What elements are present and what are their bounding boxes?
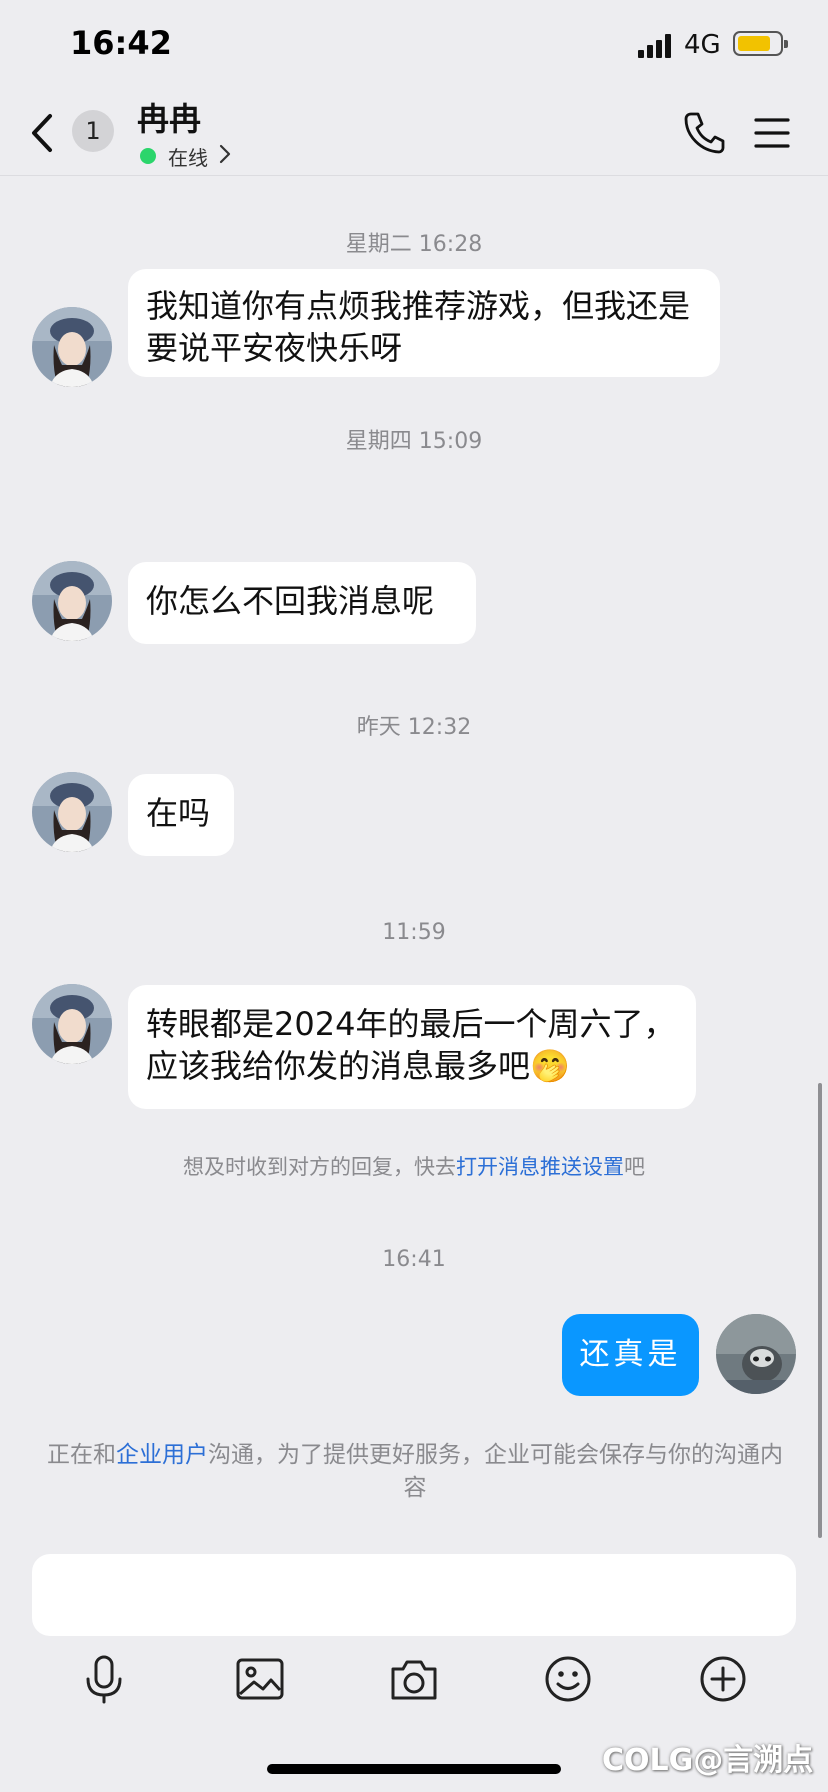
microphone-icon[interactable] [77,1652,131,1706]
incoming-message-bubble[interactable]: 你怎么不回我消息呢 [128,562,476,644]
contact-name[interactable]: 冉冉 [137,94,201,140]
chevron-right-icon[interactable] [218,142,232,166]
timestamp: 昨天 12:32 [356,715,472,740]
back-chevron-icon[interactable] [26,110,62,156]
timestamp: 星期二 16:28 [345,232,483,257]
network-type: 4G [684,30,721,60]
contact-avatar[interactable] [32,307,112,387]
online-status-text[interactable]: 在线 [168,142,208,171]
image-icon[interactable] [233,1652,287,1706]
emoji-icon[interactable] [541,1652,595,1706]
emoji-icon: 🤭 [530,1047,570,1085]
menu-icon[interactable] [754,116,790,150]
avatar-image [32,772,112,852]
timestamp: 星期四 15:09 [345,429,483,454]
avatar-image [32,984,112,1064]
message-input[interactable] [32,1554,796,1636]
message-text: 转眼都是2024年的最后一个周六了，应该我给你发的消息最多吧 [146,1005,676,1085]
battery-icon [733,31,788,56]
incoming-message-bubble[interactable]: 在吗 [128,774,234,856]
home-indicator[interactable] [267,1764,561,1774]
notice-text: 想及时收到对方的回复，快去 [183,1155,456,1179]
enterprise-notice-text-end: 沟通，为了提供更好服务，企业可能会保存与你的沟通内容 [208,1442,783,1501]
phone-call-icon[interactable] [683,110,725,154]
input-area: COLG@言溯点 [0,1538,828,1792]
enterprise-notice-text: 正在和 [47,1442,116,1468]
signal-icon [638,34,674,58]
enterprise-notice: 正在和企业用户沟通，为了提供更好服务，企业可能会保存与你的沟通内容 [40,1439,790,1505]
contact-avatar[interactable] [32,772,112,852]
avatar-image [32,307,112,387]
enterprise-user-link[interactable]: 企业用户 [116,1442,208,1468]
chat-scrollbar[interactable] [818,1083,822,1538]
plus-icon[interactable] [696,1652,750,1706]
unread-badge[interactable]: 1 [72,110,114,152]
my-avatar[interactable] [716,1314,796,1394]
incoming-message-bubble[interactable]: 转眼都是2024年的最后一个周六了，应该我给你发的消息最多吧🤭 [128,985,696,1109]
timestamp: 16:41 [382,1247,446,1272]
online-status-dot [140,148,156,164]
contact-avatar[interactable] [32,561,112,641]
notice-text-end: 吧 [624,1155,645,1179]
incoming-message-bubble[interactable]: 我知道你有点烦我推荐游戏，但我还是要说平安夜快乐呀 [128,269,720,377]
avatar-image [716,1314,796,1394]
watermark: COLG@言溯点 [602,1743,814,1778]
chat-header: 1 冉冉 在线 [0,90,828,176]
contact-avatar[interactable] [32,984,112,1064]
status-bar: 16:42 4G [0,0,828,90]
camera-icon[interactable] [387,1652,441,1706]
timestamp: 11:59 [382,920,446,945]
push-settings-notice: 想及时收到对方的回复，快去打开消息推送设置吧 [0,1151,828,1181]
outgoing-message-bubble[interactable]: 还真是 [562,1314,699,1396]
status-time: 16:42 [70,24,172,62]
push-settings-link[interactable]: 打开消息推送设置 [456,1155,624,1179]
avatar-image [32,561,112,641]
chat-area[interactable]: 星期二 16:28 我知道你有点烦我推荐游戏，但我还是要说平安夜快乐呀 星期四 … [0,177,828,1538]
